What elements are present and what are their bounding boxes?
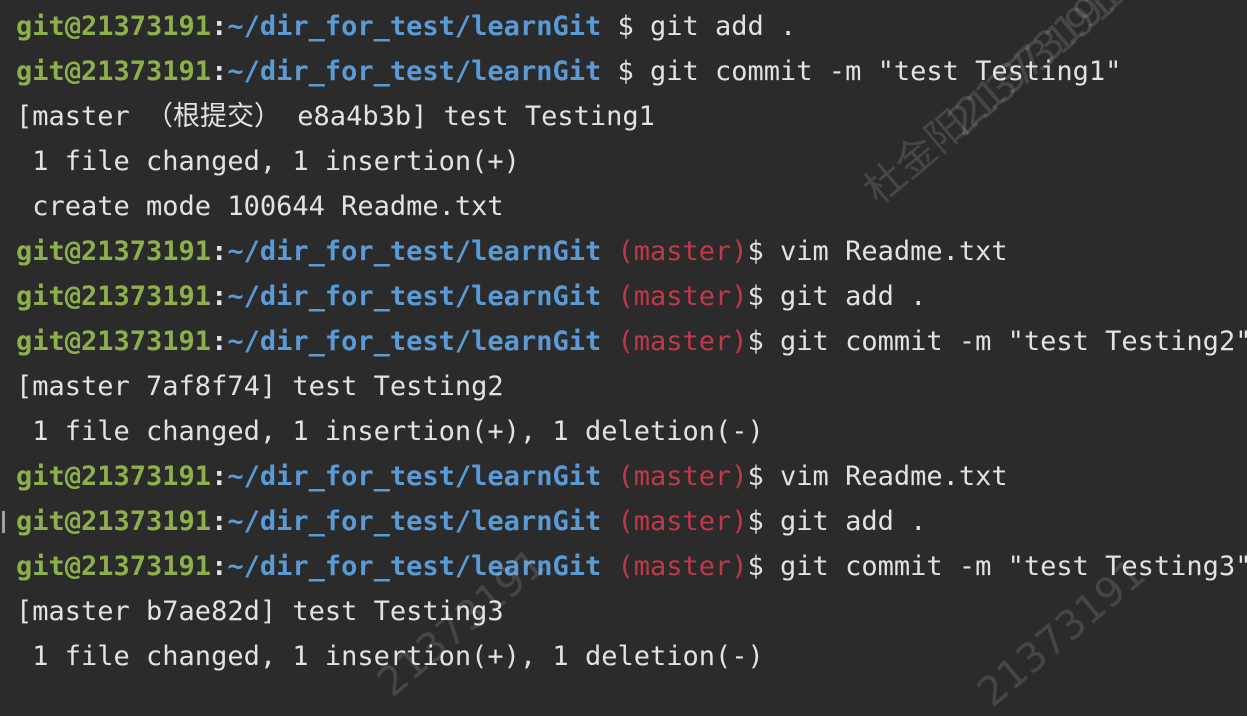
prompt-path: ~/dir_for_test/learnGit (227, 11, 602, 42)
terminal-window[interactable]: git@21373191:~/dir_for_test/learnGit $ g… (0, 0, 1247, 680)
output-line: [master （根提交） e8a4b3b] test Testing1 (16, 94, 1247, 139)
prompt-symbol: $ (601, 56, 650, 87)
prompt-line: git@21373191:~/dir_for_test/learnGit (ma… (16, 229, 1247, 274)
prompt-branch: (master) (601, 281, 748, 312)
prompt-colon: : (211, 281, 228, 312)
command-text: git commit -m "test Testing1" (650, 56, 1122, 87)
prompt-line: git@21373191:~/dir_for_test/learnGit (ma… (16, 274, 1247, 319)
prompt-branch: (master) (601, 236, 748, 267)
output-line: [master b7ae82d] test Testing3 (16, 589, 1247, 634)
prompt-user: git@21373191 (16, 236, 212, 267)
prompt-symbol: $ (747, 281, 781, 312)
prompt-line: git@21373191:~/dir_for_test/learnGit $ g… (16, 4, 1247, 49)
prompt-path: ~/dir_for_test/learnGit (227, 281, 602, 312)
prompt-branch: (master) (601, 326, 748, 357)
prompt-path: ~/dir_for_test/learnGit (227, 506, 602, 537)
prompt-user: git@21373191 (16, 281, 212, 312)
prompt-symbol: $ (747, 236, 781, 267)
prompt-path: ~/dir_for_test/learnGit (227, 461, 602, 492)
output-text: 1 file changed, 1 insertion(+) (16, 146, 520, 177)
output-text: [master （根提交） e8a4b3b] test Testing1 (16, 101, 655, 132)
output-line: [master 7af8f74] test Testing2 (16, 364, 1247, 409)
command-text: git add . (780, 506, 927, 537)
output-text: [master 7af8f74] test Testing2 (16, 371, 504, 402)
command-text: git add . (780, 281, 927, 312)
prompt-symbol: $ (747, 551, 781, 582)
prompt-line: git@21373191:~/dir_for_test/learnGit $ g… (16, 49, 1247, 94)
prompt-colon: : (211, 551, 228, 582)
prompt-branch: (master) (601, 551, 748, 582)
prompt-colon: : (211, 56, 228, 87)
prompt-branch: (master) (601, 506, 748, 537)
output-text: 1 file changed, 1 insertion(+), 1 deleti… (16, 416, 764, 447)
prompt-line: git@21373191:~/dir_for_test/learnGit (ma… (16, 454, 1247, 499)
prompt-colon: : (211, 506, 228, 537)
prompt-user: git@21373191 (16, 506, 212, 537)
command-text: vim Readme.txt (780, 236, 1008, 267)
prompt-branch: (master) (601, 461, 748, 492)
prompt-path: ~/dir_for_test/learnGit (227, 326, 602, 357)
prompt-user: git@21373191 (16, 551, 212, 582)
prompt-symbol: $ (747, 461, 781, 492)
prompt-symbol: $ (747, 506, 781, 537)
output-line: create mode 100644 Readme.txt (16, 184, 1247, 229)
prompt-path: ~/dir_for_test/learnGit (227, 56, 602, 87)
output-line: 1 file changed, 1 insertion(+) (16, 139, 1247, 184)
command-text: git commit -m "test Testing3" (780, 551, 1247, 582)
line-marker (2, 511, 5, 533)
prompt-line: git@21373191:~/dir_for_test/learnGit (ma… (2, 499, 1247, 544)
output-line: 1 file changed, 1 insertion(+), 1 deleti… (16, 409, 1247, 454)
prompt-colon: : (211, 461, 228, 492)
prompt-user: git@21373191 (16, 11, 212, 42)
output-text: create mode 100644 Readme.txt (16, 191, 504, 222)
output-text: [master b7ae82d] test Testing3 (16, 596, 504, 627)
prompt-line: git@21373191:~/dir_for_test/learnGit (ma… (16, 319, 1247, 364)
prompt-user: git@21373191 (16, 56, 212, 87)
prompt-user: git@21373191 (16, 326, 212, 357)
command-text: git commit -m "test Testing2" (780, 326, 1247, 357)
prompt-line: git@21373191:~/dir_for_test/learnGit (ma… (16, 544, 1247, 589)
prompt-colon: : (211, 236, 228, 267)
output-text: 1 file changed, 1 insertion(+), 1 deleti… (16, 641, 764, 672)
prompt-path: ~/dir_for_test/learnGit (227, 551, 602, 582)
prompt-symbol: $ (601, 11, 650, 42)
output-line: 1 file changed, 1 insertion(+), 1 deleti… (16, 634, 1247, 679)
prompt-path: ~/dir_for_test/learnGit (227, 236, 602, 267)
command-text: vim Readme.txt (780, 461, 1008, 492)
prompt-user: git@21373191 (16, 461, 212, 492)
command-text: git add . (650, 11, 797, 42)
prompt-colon: : (211, 11, 228, 42)
prompt-colon: : (211, 326, 228, 357)
prompt-symbol: $ (747, 326, 781, 357)
